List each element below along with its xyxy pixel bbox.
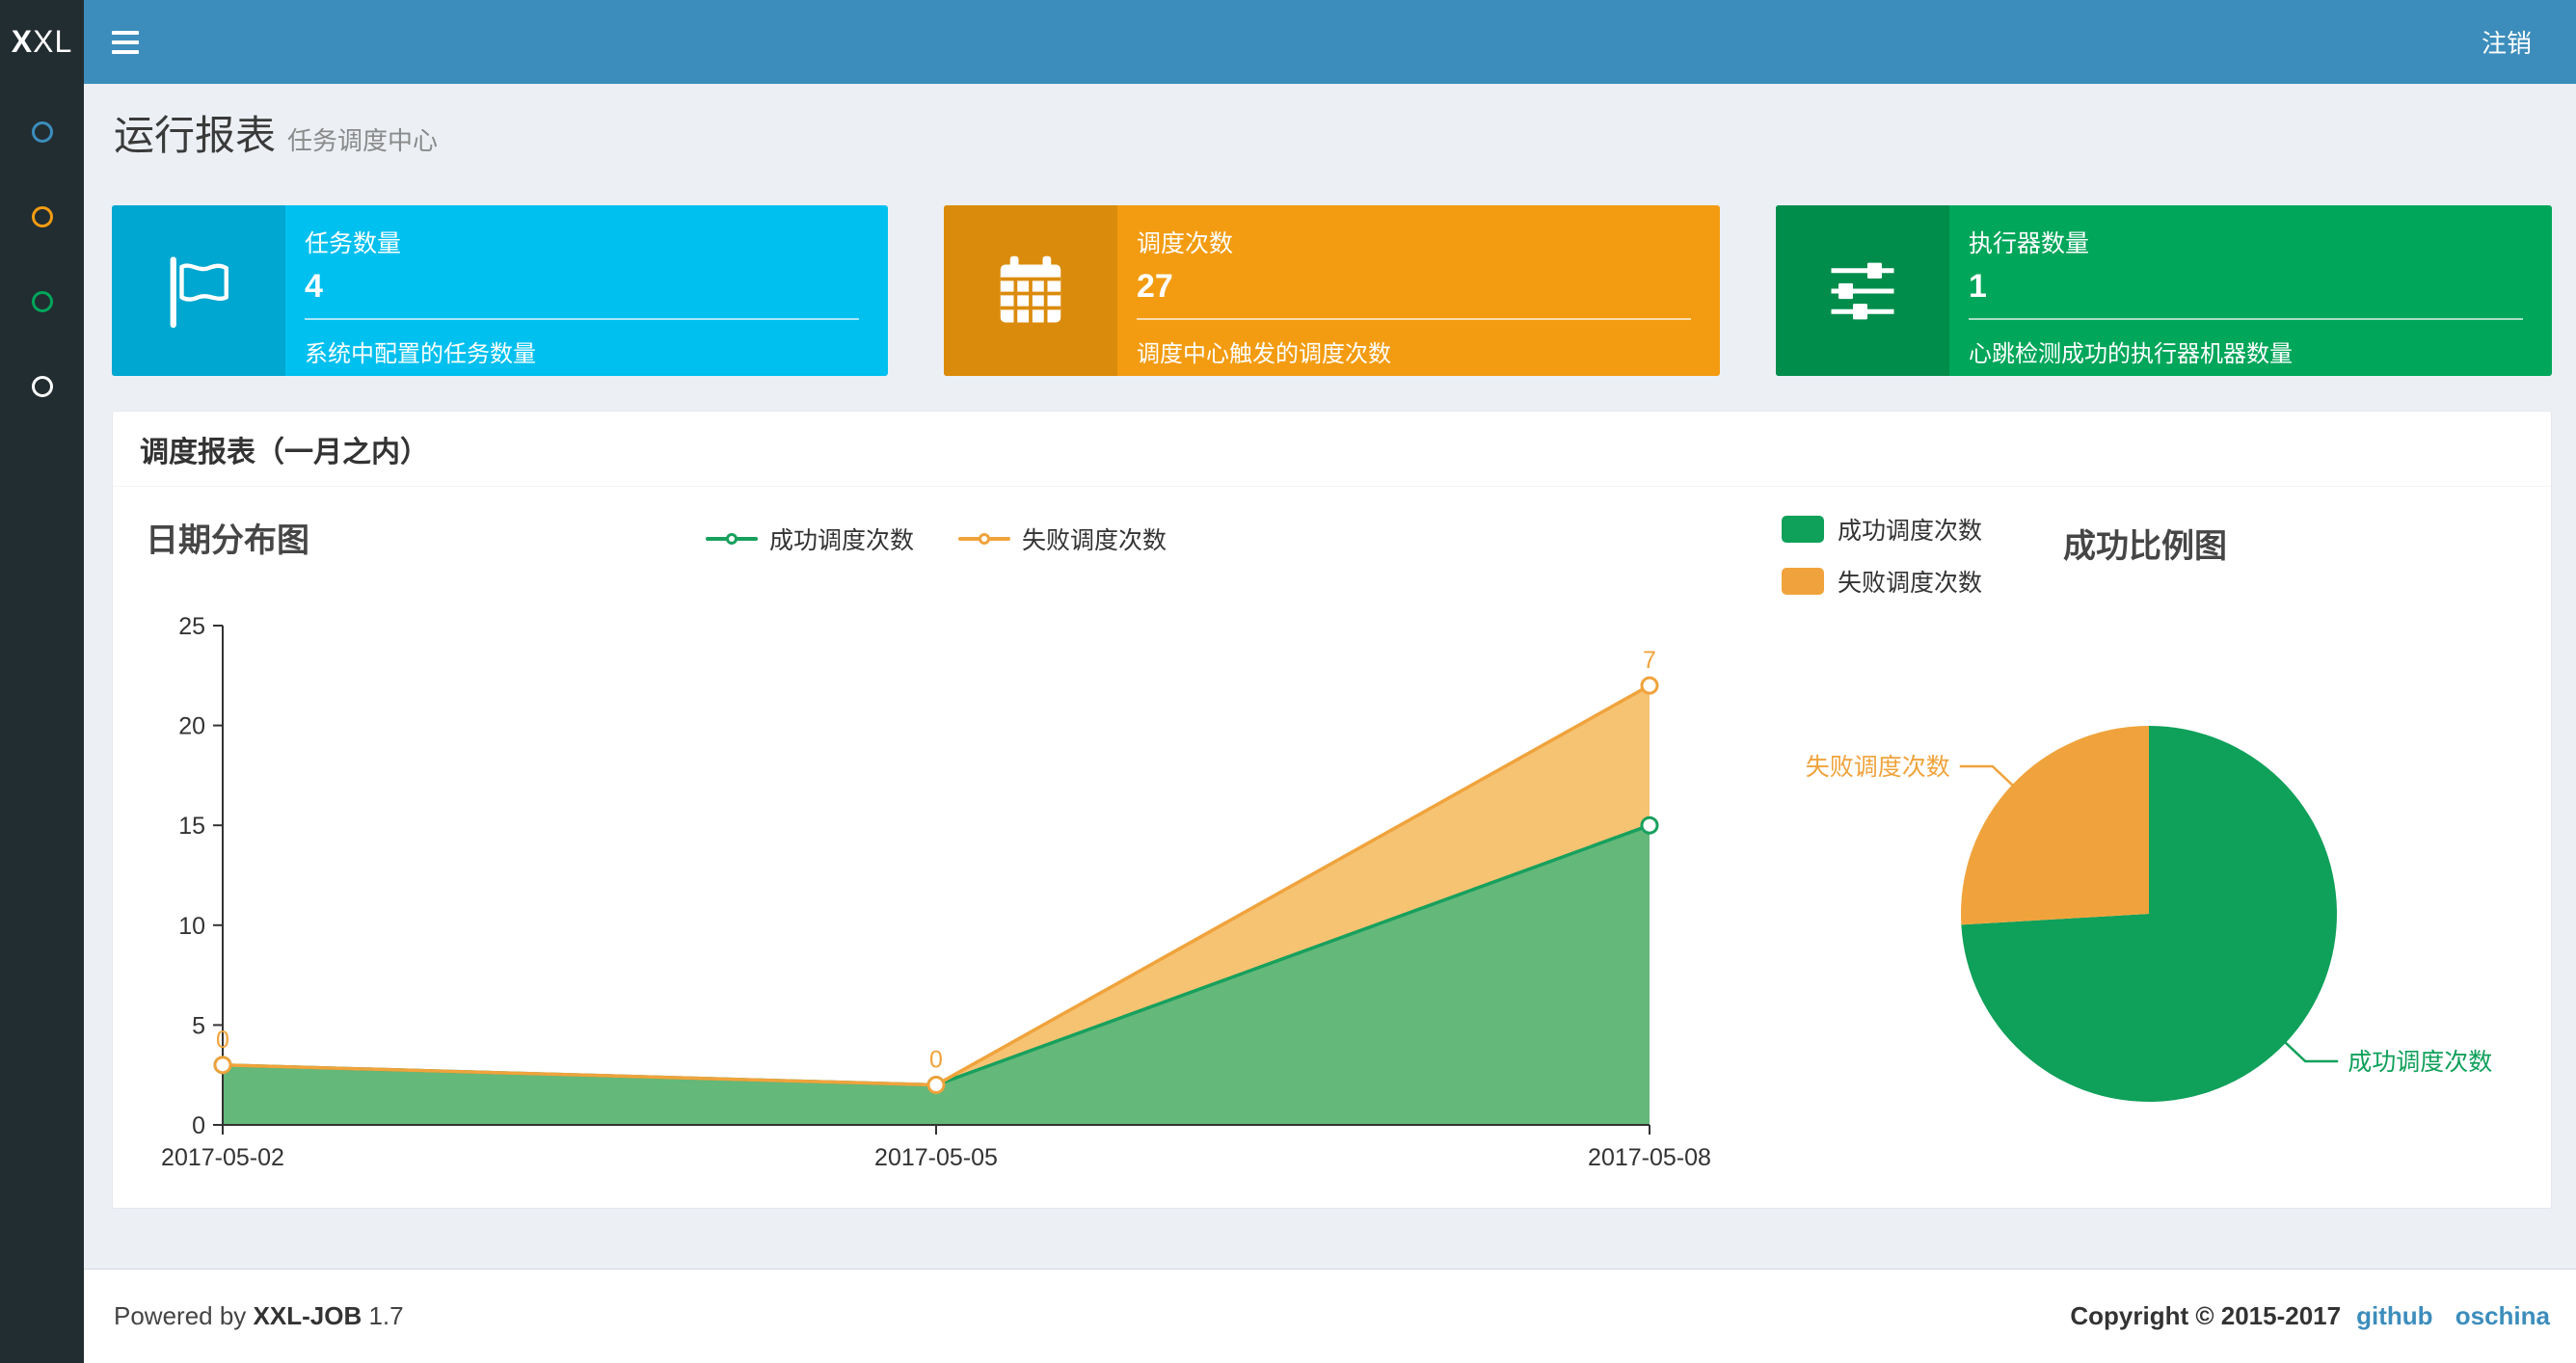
sidebar-toggle-button[interactable]	[84, 0, 167, 84]
y-axis-label: 0	[192, 1112, 205, 1139]
y-axis-label: 15	[178, 813, 205, 840]
calendar-icon	[1000, 255, 1061, 322]
page-title: 运行报表 任务调度中心	[114, 113, 439, 158]
value-label: 0	[929, 1047, 943, 1074]
sidebar-item-4[interactable]	[0, 344, 84, 429]
fail-point	[1640, 676, 1659, 695]
logo-text: XL	[33, 24, 73, 59]
powered-by: Powered by XXL-JOB 1.7	[114, 1301, 404, 1330]
x-axis-label: 2017-05-02	[161, 1144, 284, 1171]
info-box-executors: 执行器数量 1 心跳检测成功的执行器机器数量	[1776, 205, 2552, 376]
app-root: X XL 注销 运行报表 任务调度中心 任务数量 4 系统中配置的任务数量 调度…	[0, 0, 2576, 1363]
x-axis-label: 2017-05-05	[874, 1144, 998, 1171]
legend-label: 成功调度次数	[1838, 518, 1983, 545]
date-distribution-chart: 05101520252017-05-02 2017-05-05 2017-05-08…	[161, 613, 1711, 1171]
hamburger-icon	[112, 30, 139, 35]
stat-title: 任务数量	[305, 230, 402, 257]
circle-outline-icon	[31, 206, 53, 227]
oschina-link[interactable]: oschina	[2455, 1301, 2550, 1330]
info-box-icon-area	[112, 205, 285, 376]
y-axis-label: 5	[192, 1012, 205, 1039]
swatch-icon	[1782, 516, 1824, 543]
legend-item-fail[interactable]: 失败调度次数	[958, 521, 1167, 556]
fail-point	[213, 1056, 232, 1075]
y-axis-label: 20	[178, 713, 205, 740]
legend-label: 失败调度次数	[1022, 527, 1167, 554]
legend-item-success[interactable]: 成功调度次数	[1782, 512, 1982, 547]
stat-description: 系统中配置的任务数量	[305, 341, 536, 367]
circle-outline-icon	[31, 121, 53, 143]
content-header: 运行报表 任务调度中心	[84, 84, 2576, 164]
legend-label: 成功调度次数	[768, 527, 914, 554]
page-subtitle: 任务调度中心	[287, 126, 439, 155]
x-axis-label: 2017-05-08	[1588, 1144, 1711, 1171]
main-content: 运行报表 任务调度中心 任务数量 4 系统中配置的任务数量 调度次数 27 调度…	[84, 84, 2576, 1269]
stats-row: 任务数量 4 系统中配置的任务数量 调度次数 27 调度中心触发的调度次数 执行…	[84, 164, 2576, 376]
stat-value: 27	[1137, 268, 1173, 305]
value-label: 0	[216, 1027, 229, 1054]
panel-body: 0 5 10 15 20 25 2017-05-02 2017-05-05 2017-05-08…	[113, 487, 2551, 1208]
stat-title: 执行器数量	[1969, 230, 2090, 257]
info-box-tasks: 任务数量 4 系统中配置的任务数量	[112, 205, 888, 376]
pie-chart-title: 成功比例图	[2063, 528, 2227, 565]
footer: Powered by XXL-JOB 1.7 Copyright © 2015-…	[84, 1269, 2576, 1363]
line-legend-marker-icon	[958, 533, 1010, 545]
legend-item-fail[interactable]: 失败调度次数	[1782, 564, 1982, 599]
legend-item-success[interactable]: 成功调度次数	[705, 521, 914, 556]
fail-point	[926, 1076, 946, 1095]
info-box-icon-area	[1776, 205, 1949, 376]
circle-outline-icon	[31, 376, 53, 397]
pie-label: 失败调度次数	[1806, 754, 1950, 781]
circle-outline-icon	[31, 291, 53, 312]
pie-slice-1	[1961, 726, 2149, 925]
legend-label: 失败调度次数	[1838, 570, 1983, 597]
stat-value: 1	[1969, 268, 1987, 305]
divider	[305, 318, 859, 320]
divider	[1969, 318, 2523, 320]
y-axis-label: 25	[178, 613, 205, 640]
sidebar-item-2[interactable]	[0, 174, 84, 259]
logout-link[interactable]: 注销	[2437, 0, 2576, 84]
stat-value: 4	[305, 268, 323, 305]
flag-icon	[170, 255, 228, 328]
stat-title: 调度次数	[1137, 230, 1234, 257]
pie-label-line	[1959, 764, 2015, 788]
pie-label: 成功调度次数	[2348, 1049, 2492, 1076]
logo[interactable]: X XL	[0, 0, 84, 84]
pie-chart-legend: 成功调度次数 失败调度次数	[1782, 512, 1982, 599]
logo-text-bold: X	[11, 24, 34, 59]
divider	[1137, 318, 1691, 320]
top-navbar: X XL 注销	[0, 0, 2576, 84]
success-point	[1640, 815, 1659, 835]
swatch-icon	[1782, 568, 1824, 595]
panel-title: 调度报表（一月之内）	[113, 412, 2551, 487]
report-panel: 调度报表（一月之内） 0 5 10 15 20 25 2017-05-02 2017-05-0…	[112, 411, 2552, 1209]
y-axis-label: 10	[178, 913, 205, 940]
line-chart-legend: 成功调度次数 失败调度次数	[223, 521, 1650, 556]
info-box-triggers: 调度次数 27 调度中心触发的调度次数	[944, 205, 1720, 376]
stat-description: 心跳检测成功的执行器机器数量	[1969, 341, 2293, 367]
sidebar	[0, 84, 84, 1363]
github-link[interactable]: github	[2356, 1301, 2432, 1330]
sliders-icon	[1831, 262, 1894, 319]
value-label: 7	[1643, 647, 1656, 674]
pie-label-line	[2283, 1040, 2339, 1063]
info-box-icon-area	[944, 205, 1117, 376]
copyright: Copyright © 2015-2017	[2070, 1301, 2342, 1330]
sidebar-item-1[interactable]	[0, 90, 84, 174]
line-legend-marker-icon	[705, 533, 758, 545]
stat-description: 调度中心触发的调度次数	[1137, 341, 1391, 367]
sidebar-item-3[interactable]	[0, 259, 84, 344]
